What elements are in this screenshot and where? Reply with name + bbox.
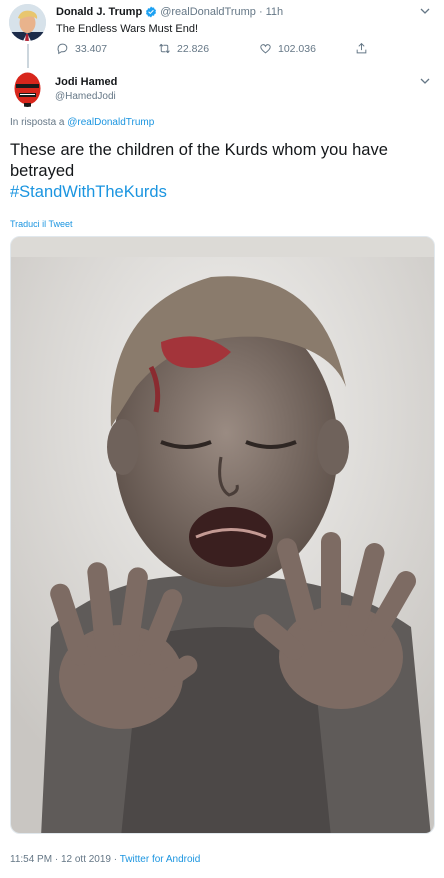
parent-tweet-actions: 33.407 22.826 102.036 [56,42,368,55]
parent-tweet-time[interactable]: 11h [266,6,284,18]
parent-author-name[interactable]: Donald J. Trump [56,6,142,18]
parent-tweet-header: Donald J. Trump @realDonaldTrump · 11h [56,6,283,18]
header-separator: · [258,6,263,18]
like-count: 102.036 [278,42,316,55]
retweet-icon [159,43,170,54]
reply-count: 33.407 [75,42,108,55]
tweet-timestamp[interactable]: 11:54 PM · 12 ott 2019 · [10,854,117,865]
reply-icon [57,43,68,55]
chevron-down-icon[interactable] [420,76,430,86]
share-button[interactable] [355,42,368,55]
tweet-footer: 11:54 PM · 12 ott 2019 · Twitter for And… [10,854,200,865]
tweet-source[interactable]: Twitter for Android [120,854,201,865]
parent-tweet-text: The Endless Wars Must End! [56,23,199,35]
share-icon [356,42,367,54]
parent-tweet[interactable]: Donald J. Trump @realDonaldTrump · 11h T… [0,0,444,68]
tweet-author-handle[interactable]: @HamedJodi [55,91,116,102]
tweet-text: These are the children of the Kurds whom… [10,140,430,203]
reply-button[interactable]: 33.407 [56,42,158,55]
tweet-photo[interactable] [10,236,435,834]
chevron-down-icon[interactable] [420,6,430,16]
like-button[interactable]: 102.036 [259,42,355,55]
trump-avatar[interactable] [9,4,46,41]
child-photo-image [11,237,434,833]
retweet-count: 22.826 [177,42,210,55]
thread-line [27,44,29,68]
retweet-button[interactable]: 22.826 [158,42,259,55]
hashtag-link[interactable]: #StandWithTheKurds [10,182,430,203]
reply-to-link[interactable]: @realDonaldTrump [67,117,154,128]
like-icon [260,44,271,54]
trump-avatar-image [9,4,46,41]
verified-badge-icon [146,6,157,18]
jodi-avatar[interactable] [9,70,46,107]
parent-author-handle[interactable]: @realDonaldTrump [160,6,256,18]
reply-prefix: In risposta a [10,117,65,128]
jodi-avatar-image [9,70,46,107]
reply-context: In risposta a @realDonaldTrump [10,117,154,128]
tweet-body: These are the children of the Kurds whom… [10,141,388,180]
tweet-author-name[interactable]: Jodi Hamed [55,76,117,88]
translate-link[interactable]: Traduci il Tweet [10,219,73,229]
